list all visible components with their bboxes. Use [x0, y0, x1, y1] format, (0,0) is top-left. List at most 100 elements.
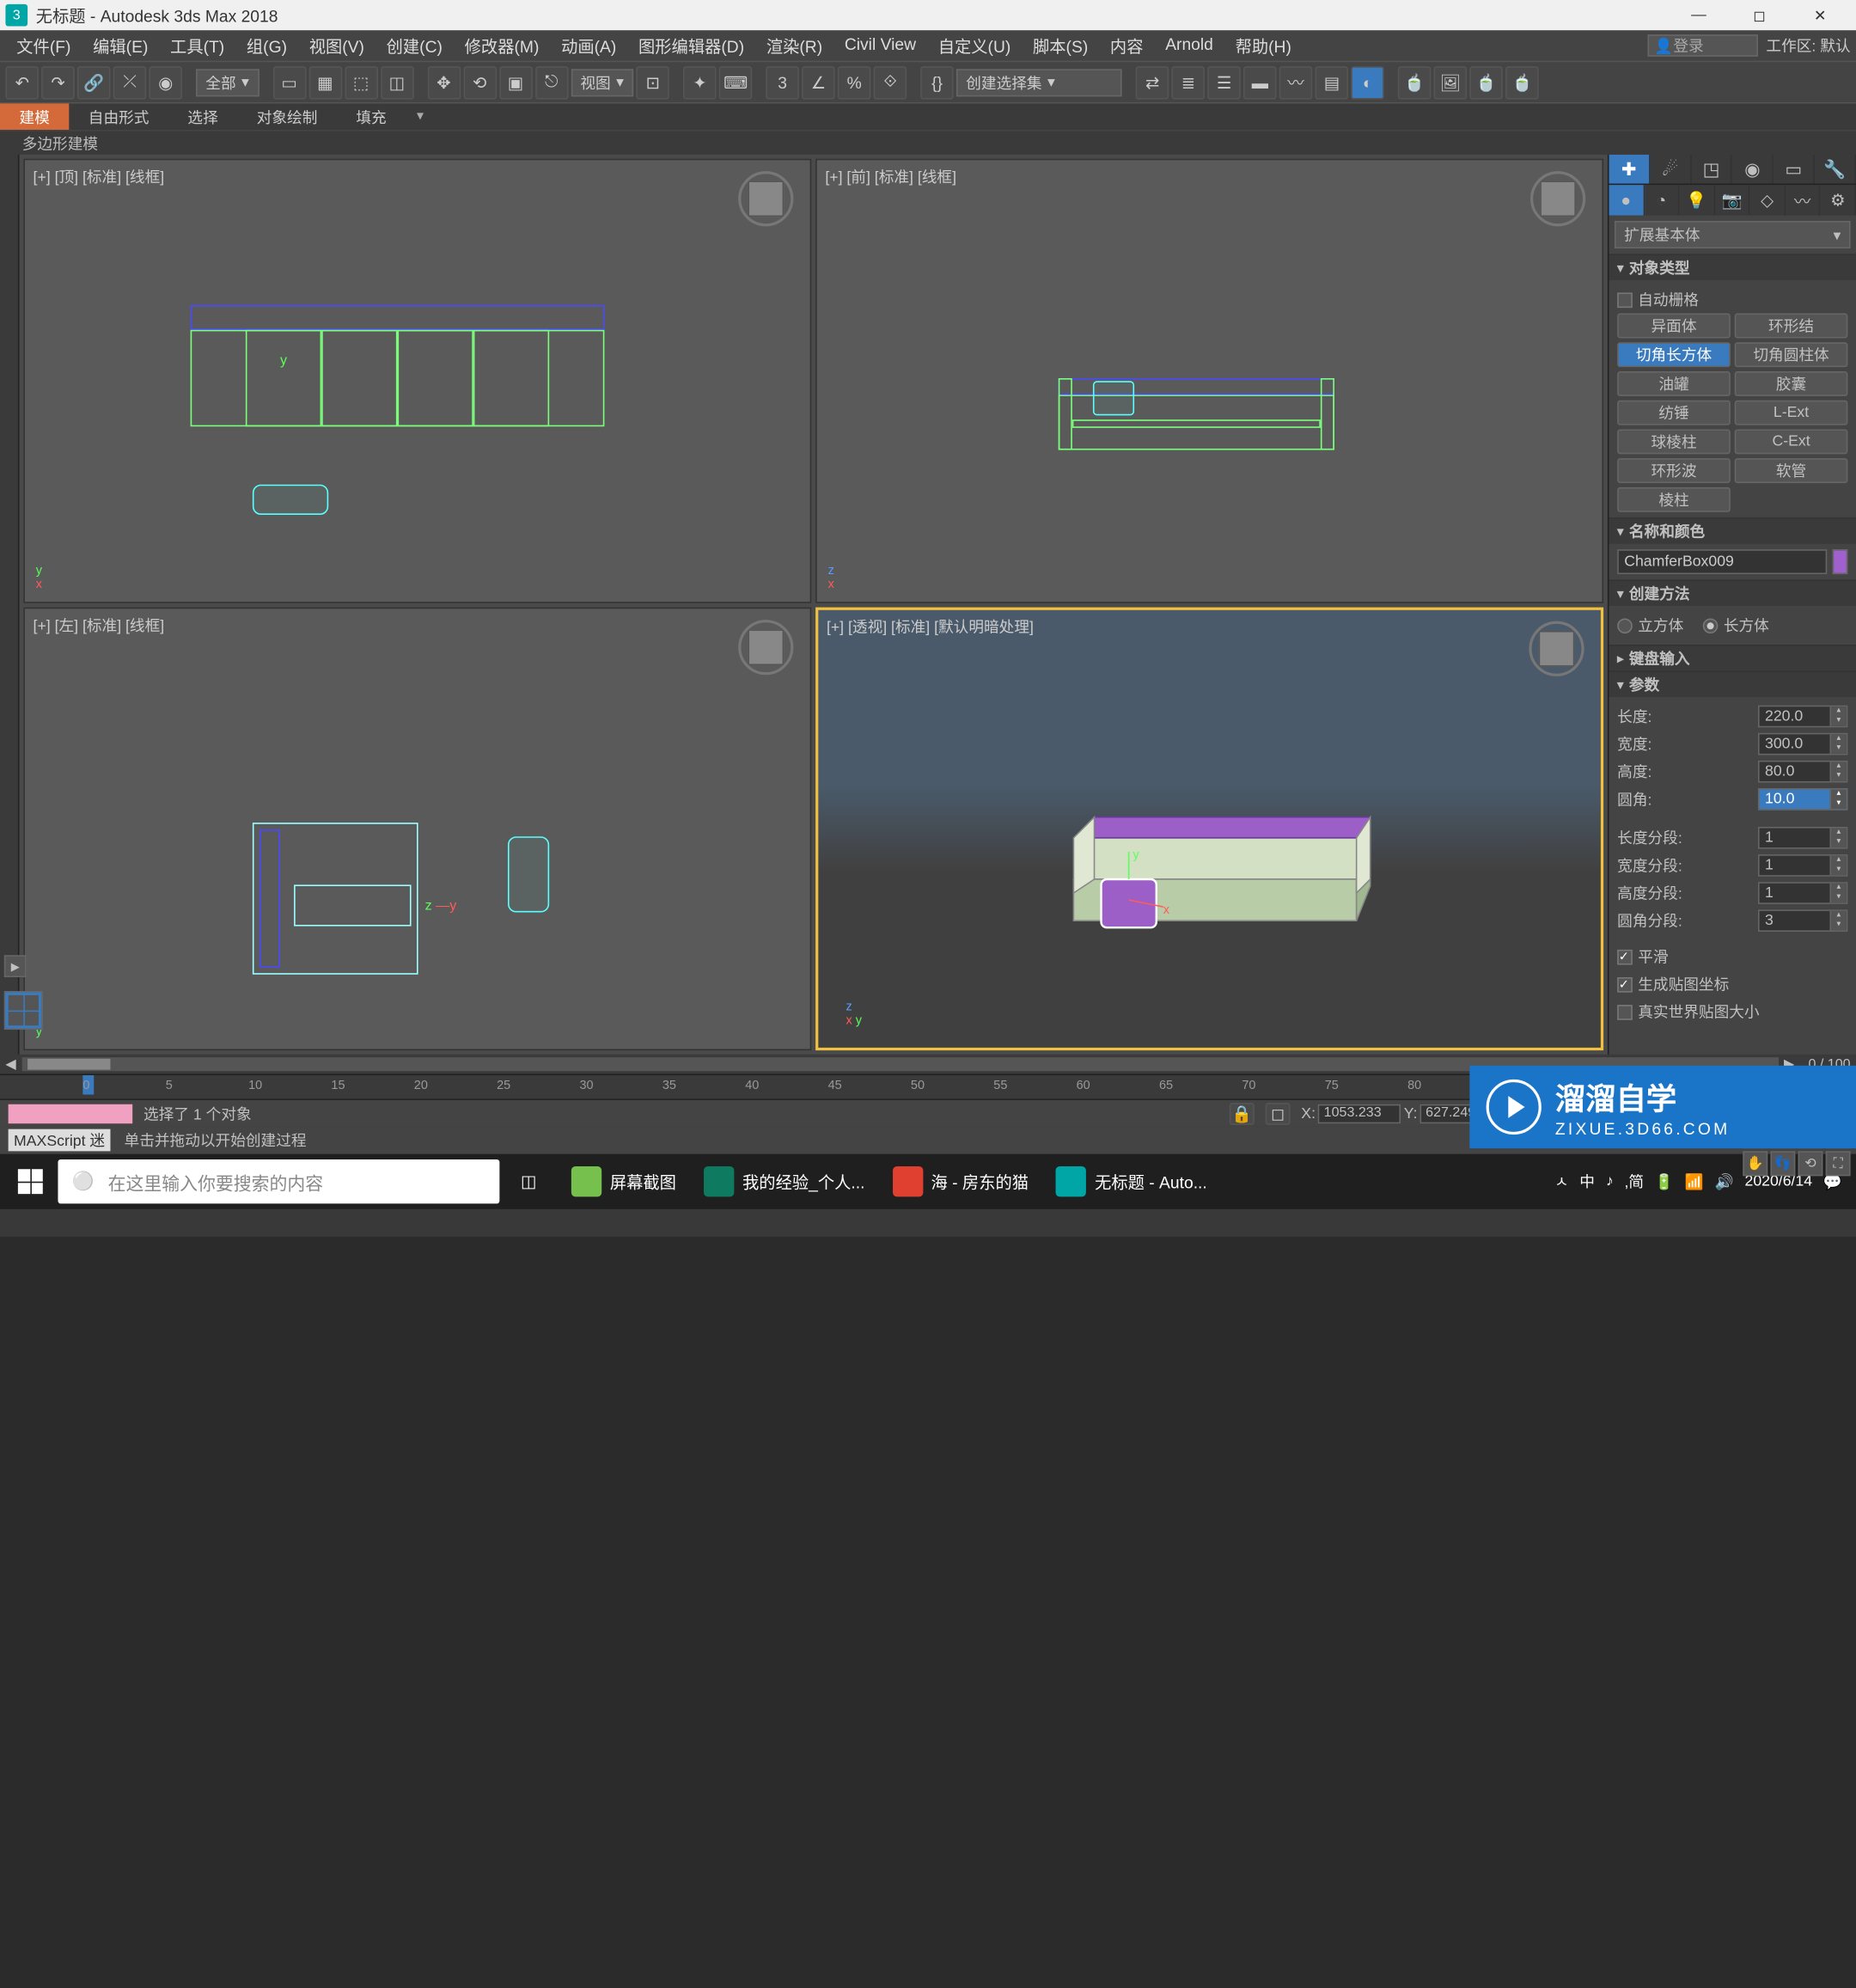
params-rollout[interactable]: 参数 — [1609, 672, 1856, 697]
taskbar-app[interactable]: 海 - 房东的猫 — [879, 1154, 1043, 1209]
wseg-spinner[interactable]: 1▴▾ — [1758, 854, 1847, 877]
lock-selection-button[interactable]: 🔒 — [1230, 1102, 1255, 1124]
menu-item[interactable]: 编辑(E) — [82, 34, 159, 57]
object-type-button[interactable]: 球棱柱 — [1617, 429, 1731, 454]
taskbar-app[interactable]: 无标题 - Auto... — [1042, 1154, 1221, 1209]
menu-item[interactable]: 动画(A) — [550, 34, 627, 57]
lseg-spinner[interactable]: 1▴▾ — [1758, 827, 1847, 849]
percent-snap-button[interactable]: % — [838, 65, 871, 99]
viewport-persp-label[interactable]: [+] [透视] [标准] [默认明暗处理] — [827, 615, 1034, 637]
snap-button[interactable]: 3 — [766, 65, 799, 99]
object-type-button[interactable]: 软管 — [1735, 458, 1848, 483]
isolate-button[interactable]: ◻ — [1266, 1102, 1291, 1124]
login-field[interactable]: 👤 登录 — [1647, 34, 1757, 57]
viewport-top[interactable]: [+] [顶] [标准] [线框] y yx — [23, 159, 811, 603]
viewcube-top[interactable] — [738, 171, 793, 226]
keymode-button[interactable]: ⌨ — [719, 65, 753, 99]
menu-item[interactable]: 渲染(R) — [755, 34, 833, 57]
object-type-button[interactable]: 棱柱 — [1617, 487, 1731, 512]
render-frame-button[interactable]: 🖼 — [1434, 65, 1468, 99]
motion-tab[interactable]: ◉ — [1732, 155, 1774, 184]
length-spinner[interactable]: 220.0▴▾ — [1758, 706, 1847, 728]
viewcube-left[interactable] — [738, 619, 793, 674]
scale-button[interactable]: ▣ — [499, 65, 533, 99]
ribbon-tab[interactable]: 选择 — [168, 103, 237, 130]
utilities-tab[interactable]: 🔧 — [1815, 155, 1856, 184]
ribbon-sub-polymodel[interactable]: 多边形建模 — [11, 132, 109, 154]
undo-button[interactable]: ↶ — [5, 65, 39, 99]
viewcube-front[interactable] — [1530, 171, 1585, 226]
modify-tab[interactable]: ☄ — [1650, 155, 1691, 184]
refcoord-dropdown[interactable]: 视图 ▾ — [571, 68, 633, 95]
taskbar-search[interactable]: ⚪在这里输入你要搜索的内容 — [58, 1159, 499, 1203]
object-type-button[interactable]: 纺锤 — [1617, 401, 1731, 425]
menu-item[interactable]: 创建(C) — [375, 34, 454, 57]
maxscript-label[interactable]: MAXScript 迷 — [9, 1129, 111, 1152]
scene-explorer-strip[interactable] — [0, 155, 19, 1055]
object-type-button[interactable]: 油罐 — [1617, 371, 1731, 396]
spinner-snap-button[interactable]: ⟐ — [874, 65, 907, 99]
object-type-button[interactable]: 切角长方体 — [1617, 342, 1731, 367]
object-type-button[interactable]: L-Ext — [1735, 401, 1848, 425]
orbit-button[interactable]: ⟲ — [1798, 1151, 1823, 1176]
walk-button[interactable]: 👣 — [1770, 1151, 1795, 1176]
object-color-swatch[interactable] — [1833, 549, 1848, 574]
menu-item[interactable]: 工具(T) — [159, 34, 235, 57]
schematic-button[interactable]: ▤ — [1316, 65, 1349, 99]
menu-item[interactable]: 组(G) — [235, 34, 298, 57]
object-type-button[interactable]: C-Ext — [1735, 429, 1848, 454]
object-type-button[interactable]: 环形波 — [1617, 458, 1731, 483]
maximize-vp-button[interactable]: ⛶ — [1826, 1151, 1851, 1176]
placement-button[interactable]: ⎋ — [534, 65, 568, 99]
set-key-toggle[interactable]: ▶ — [4, 955, 27, 977]
shapes-subtab[interactable]: ◔ — [1645, 185, 1680, 215]
unlink-button[interactable]: ⤫ — [113, 65, 147, 99]
mirror-button[interactable]: ⇄ — [1136, 65, 1169, 99]
object-type-button[interactable]: 环形结 — [1735, 314, 1848, 339]
filter-dropdown[interactable]: 全部 ▾ — [196, 68, 259, 95]
object-type-button[interactable]: 异面体 — [1617, 314, 1731, 339]
object-name-input[interactable] — [1617, 549, 1827, 574]
bind-button[interactable]: ◉ — [149, 65, 182, 99]
menu-item[interactable]: 帮助(H) — [1224, 34, 1303, 57]
maximize-button[interactable]: ◻ — [1729, 0, 1790, 30]
name-color-rollout[interactable]: 名称和颜色 — [1609, 519, 1856, 544]
curve-editor-button[interactable]: 〰 — [1279, 65, 1313, 99]
menu-item[interactable]: Civil View — [833, 34, 927, 57]
ribbon-tab[interactable]: 建模 — [0, 103, 69, 130]
tray-up-icon[interactable]: ㅅ — [1554, 1171, 1568, 1193]
render-setup-button[interactable]: 🍵 — [1398, 65, 1432, 99]
angle-snap-button[interactable]: ∠ — [802, 65, 835, 99]
width-spinner[interactable]: 300.0▴▾ — [1758, 733, 1847, 755]
wifi-icon[interactable]: 📶 — [1685, 1172, 1704, 1190]
hseg-spinner[interactable]: 1▴▾ — [1758, 882, 1847, 904]
viewport-left[interactable]: [+] [左] [标准] [线框] z —y zy — [23, 607, 811, 1050]
helpers-subtab[interactable]: ◇ — [1750, 185, 1786, 215]
menu-item[interactable]: 修改器(M) — [454, 34, 550, 57]
spacewarps-subtab[interactable]: 〰 — [1786, 185, 1821, 215]
volume-icon[interactable]: 🔊 — [1715, 1172, 1734, 1190]
nameset-button[interactable]: {} — [920, 65, 954, 99]
close-button[interactable]: ✕ — [1790, 0, 1851, 30]
menu-item[interactable]: 文件(F) — [5, 34, 82, 57]
smooth-checkbox[interactable]: 平滑 — [1617, 943, 1847, 970]
viewport-layout-button[interactable] — [4, 991, 43, 1030]
viewport-perspective[interactable]: [+] [透视] [标准] [默认明暗处理] y x zx y — [815, 607, 1603, 1050]
start-button[interactable] — [3, 1154, 58, 1209]
create-method-rollout[interactable]: 创建方法 — [1609, 581, 1856, 606]
rotate-button[interactable]: ⟲ — [463, 65, 497, 99]
align-button[interactable]: ≣ — [1172, 65, 1206, 99]
rect-select-button[interactable]: ⬚ — [345, 65, 378, 99]
render-last-button[interactable]: 🍵 — [1505, 65, 1539, 99]
viewport-front-label[interactable]: [+] [前] [标准] [线框] — [825, 166, 956, 188]
viewport-left-label[interactable]: [+] [左] [标准] [线框] — [34, 614, 165, 636]
select-name-button[interactable]: ▦ — [308, 65, 342, 99]
ribbon-tab[interactable]: 对象绘制 — [237, 103, 337, 130]
pan-button[interactable]: ✋ — [1743, 1151, 1767, 1176]
fillet-spinner[interactable]: 10.0▴▾ — [1758, 788, 1847, 810]
menu-item[interactable]: 内容 — [1099, 34, 1154, 57]
material-editor-button[interactable]: ◐ — [1351, 65, 1384, 99]
taskbar-app[interactable]: 我的经验_个人... — [690, 1154, 879, 1209]
window-crossing-button[interactable]: ◫ — [380, 65, 413, 99]
battery-icon[interactable]: 🔋 — [1655, 1172, 1674, 1190]
